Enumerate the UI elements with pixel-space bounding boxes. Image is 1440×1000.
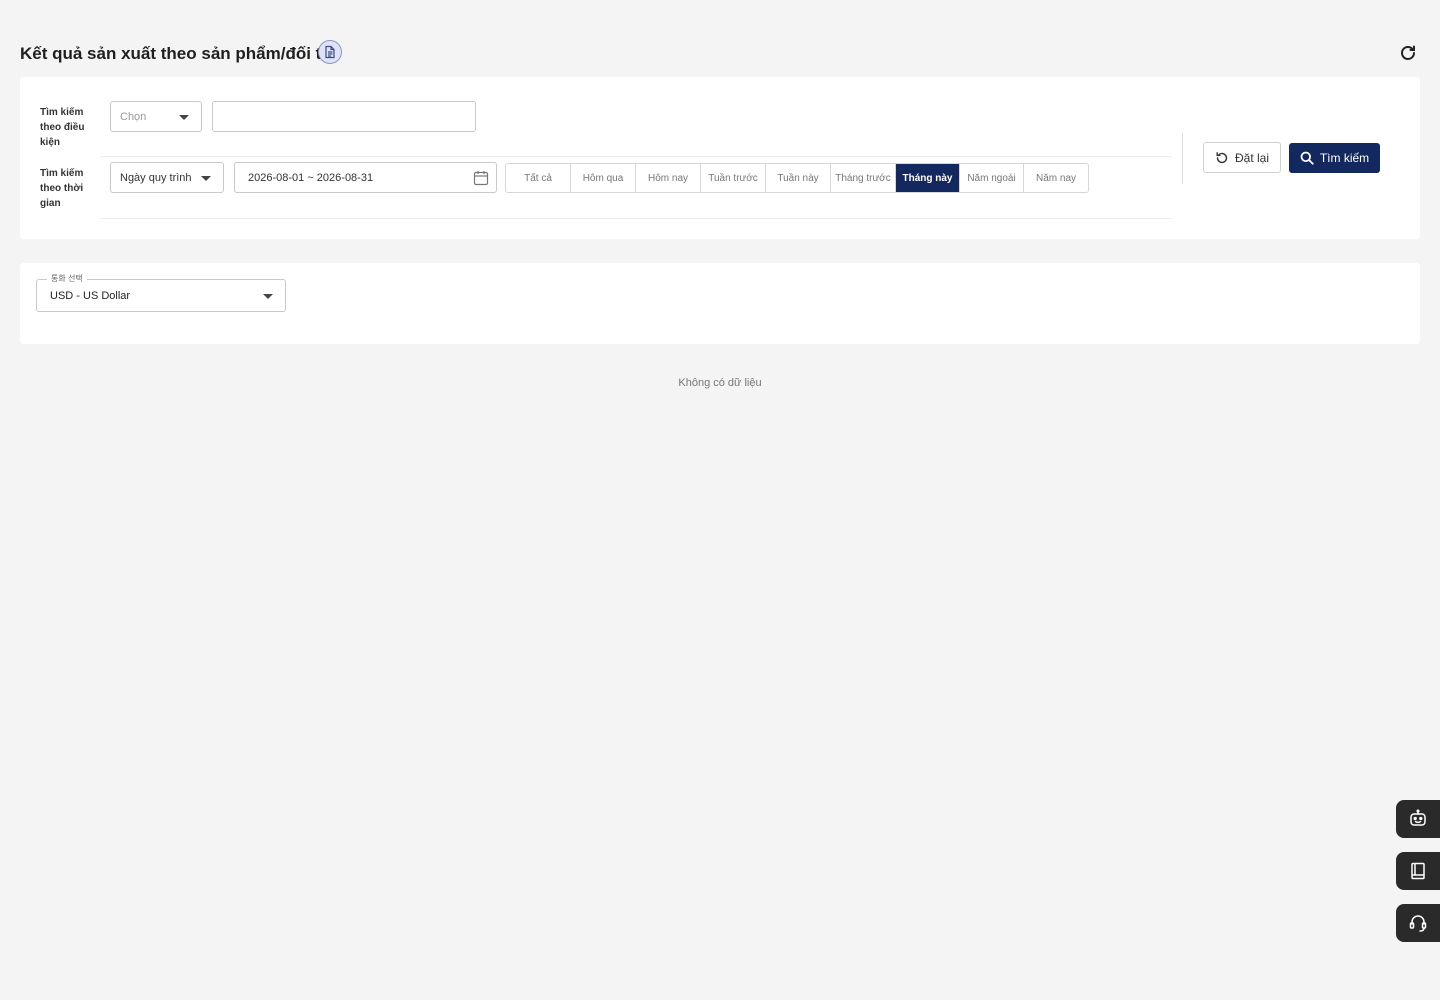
period-last-week-button[interactable]: Tuần trước [701, 164, 766, 192]
search-button-label: Tìm kiếm [1319, 151, 1370, 165]
page-header: Kết quả sản xuất theo sản phẩm/đối tác [20, 40, 1420, 66]
date-range-value: 2026-08-01 ~ 2026-08-31 [248, 171, 374, 184]
row-divider [100, 156, 1172, 157]
support-headset-icon [1409, 915, 1427, 932]
manual-button[interactable] [1396, 852, 1440, 890]
search-button[interactable]: Tìm kiếm [1289, 143, 1380, 173]
chevron-down-icon [263, 294, 273, 299]
search-icon [1300, 151, 1314, 165]
currency-panel: 통화 선택 USD - US Dollar [20, 263, 1420, 344]
reset-button-label: Đặt lại [1234, 150, 1269, 165]
currency-select[interactable]: 통화 선택 USD - US Dollar [36, 273, 286, 312]
period-all-button[interactable]: Tất cả [506, 164, 571, 192]
document-icon[interactable] [318, 40, 342, 64]
condition-select-value: Chọn [120, 110, 147, 123]
currency-select-value: USD - US Dollar [50, 290, 131, 302]
empty-state-message: Không có dữ liệu [678, 377, 762, 389]
reset-icon [1216, 151, 1228, 163]
chatbot-button[interactable] [1396, 800, 1440, 838]
period-last-month-button[interactable]: Tháng trước [831, 164, 896, 192]
time-type-select-value: Ngày quy trình [120, 171, 192, 184]
period-yesterday-button[interactable]: Hôm qua [571, 164, 636, 192]
period-this-month-button[interactable]: Tháng này [896, 164, 960, 192]
condition-select[interactable]: Chọn [110, 101, 202, 132]
period-button-group: Tất cả Hôm qua Hôm nay Tuần trước Tuần n… [505, 163, 1089, 193]
vertical-divider [1182, 133, 1183, 184]
date-range-input[interactable]: 2026-08-01 ~ 2026-08-31 [234, 162, 497, 193]
reset-button[interactable]: Đặt lại [1203, 142, 1281, 173]
refresh-icon[interactable] [1398, 43, 1418, 63]
support-button[interactable] [1396, 904, 1440, 942]
chatbot-icon [1410, 809, 1426, 826]
chevron-down-icon [201, 176, 211, 181]
page-title: Kết quả sản xuất theo sản phẩm/đối tác [20, 44, 341, 63]
period-this-year-button[interactable]: Năm nay [1024, 164, 1088, 192]
time-type-select[interactable]: Ngày quy trình [110, 162, 224, 193]
period-last-year-button[interactable]: Năm ngoái [960, 164, 1024, 192]
manual-book-icon [1411, 862, 1425, 880]
search-panel: Tìm kiếm theo điều kiện Chọn Tìm kiếm th… [20, 77, 1420, 239]
chevron-down-icon [179, 115, 189, 120]
condition-search-label: Tìm kiếm theo điều kiện [40, 107, 85, 148]
currency-select-legend: 통화 선택 [47, 273, 87, 285]
row-divider [100, 218, 1172, 219]
period-this-week-button[interactable]: Tuần này [766, 164, 831, 192]
calendar-icon [473, 171, 489, 186]
period-today-button[interactable]: Hôm nay [636, 164, 701, 192]
condition-search-input[interactable] [212, 101, 476, 132]
time-search-label: Tìm kiếm theo thời gian [40, 168, 84, 209]
